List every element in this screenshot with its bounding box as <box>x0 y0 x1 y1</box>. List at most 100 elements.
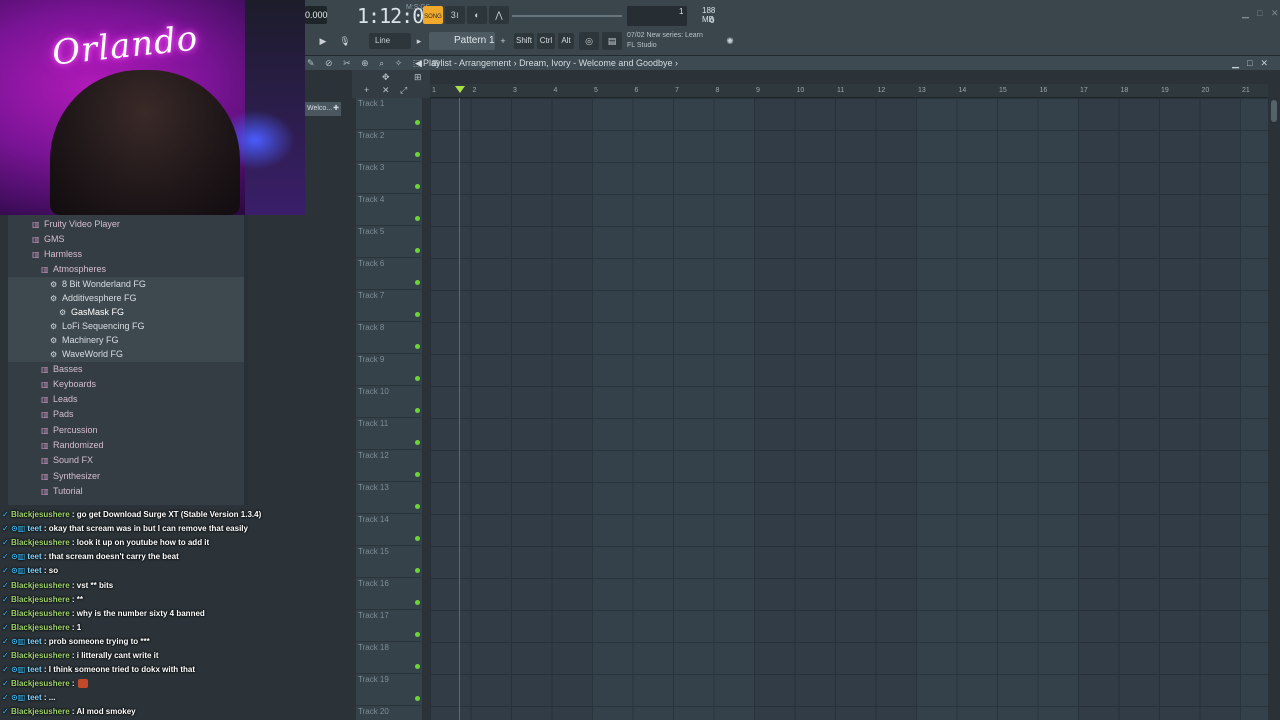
scrollbar-thumb[interactable] <box>1271 100 1277 122</box>
chat-username[interactable]: Blackjesushere <box>11 595 70 604</box>
arrangement-grid[interactable] <box>430 98 1268 720</box>
chat-username[interactable]: teet <box>27 693 41 702</box>
track-header[interactable]: Track 10 <box>356 386 422 418</box>
track-enable-toggle[interactable] <box>415 504 420 509</box>
chat-username[interactable]: Blackjesushere <box>11 581 70 590</box>
add-pattern-icon[interactable]: + <box>497 32 509 50</box>
track-header[interactable]: Track 2 <box>356 130 422 162</box>
vertical-scrollbar[interactable] <box>1268 98 1280 720</box>
track-enable-toggle[interactable] <box>415 280 420 285</box>
snap-icon[interactable]: ▤ <box>602 32 622 50</box>
song-mode-button[interactable]: SONG <box>423 6 443 24</box>
chat-username[interactable]: Blackjesushere <box>11 707 70 716</box>
track-enable-toggle[interactable] <box>415 472 420 477</box>
track-header[interactable]: Track 9 <box>356 354 422 386</box>
browser-folder[interactable]: ▥ Synthesizer <box>8 469 244 484</box>
browser-folder[interactable]: ▥ Leads <box>8 392 244 407</box>
browser-folder[interactable]: ▥ Harmless <box>8 247 244 262</box>
browser-folder[interactable]: ▥ GMS <box>8 232 244 247</box>
track-enable-toggle[interactable] <box>415 696 420 701</box>
track-header[interactable]: Track 14 <box>356 514 422 546</box>
tempo-display[interactable]: 0.000 <box>305 6 328 24</box>
track-enable-toggle[interactable] <box>415 536 420 541</box>
close-app-icon[interactable]: ✕ <box>1271 8 1279 19</box>
track-header[interactable]: Track 16 <box>356 578 422 610</box>
track-enable-toggle[interactable] <box>415 120 420 125</box>
track-enable-toggle[interactable] <box>415 440 420 445</box>
chat-username[interactable]: Blackjesushere <box>11 679 70 688</box>
browser-folder[interactable]: ▥ Basses <box>8 362 244 377</box>
track-header[interactable]: Track 20 <box>356 706 422 720</box>
track-enable-toggle[interactable] <box>415 152 420 157</box>
track-enable-toggle[interactable] <box>415 376 420 381</box>
track-header[interactable]: Track 3 <box>356 162 422 194</box>
add-track-icon[interactable]: + <box>364 85 369 95</box>
track-enable-toggle[interactable] <box>415 248 420 253</box>
track-header[interactable]: Track 5 <box>356 226 422 258</box>
browser-preset[interactable]: ⚙ 8 Bit Wonderland FG <box>8 277 244 292</box>
timeline-ruler[interactable]: 1 2 3 4 5 6 7 8 9 10 11 12 13 14 15 16 17 18 19 20 21 <box>430 84 1268 98</box>
track-header[interactable]: Track 6 <box>356 258 422 290</box>
online-news-icon[interactable]: ✺ <box>720 32 740 50</box>
track-header[interactable]: Track 15 <box>356 546 422 578</box>
chat-username[interactable]: teet <box>27 566 41 575</box>
browser-folder[interactable]: ▥ Keyboards <box>8 377 244 392</box>
browser-folder[interactable]: ▥ Pads <box>8 407 244 422</box>
alt-key-button[interactable]: Alt <box>558 33 574 49</box>
play-icon[interactable]: ▶ <box>313 32 333 50</box>
track-header[interactable]: Track 13 <box>356 482 422 514</box>
song-position-marker[interactable] <box>455 86 465 93</box>
track-header[interactable]: Track 18 <box>356 642 422 674</box>
track-header[interactable]: Track 17 <box>356 610 422 642</box>
move-icon[interactable]: ✥ <box>382 72 390 83</box>
maximize-icon[interactable]: □ <box>1257 8 1262 18</box>
add-clip-icon[interactable]: ✚ <box>333 102 339 116</box>
browser-folder[interactable]: ▥ Fruity Video Player <box>8 217 244 232</box>
browser-preset[interactable]: ⚙ LoFi Sequencing FG <box>8 319 244 334</box>
track-enable-toggle[interactable] <box>415 344 420 349</box>
chat-username[interactable]: teet <box>27 552 41 561</box>
track-header[interactable]: Track 8 <box>356 322 422 354</box>
chat-username[interactable]: teet <box>27 637 41 646</box>
track-header[interactable]: Track 12 <box>356 450 422 482</box>
ctrl-key-button[interactable]: Ctrl <box>537 33 555 49</box>
record-icon[interactable]: 🎙 <box>335 32 355 50</box>
minimize-icon[interactable]: ▁ <box>1242 8 1249 19</box>
master-pitch-slider[interactable] <box>512 15 622 17</box>
metronome-icon[interactable]: ⋀ <box>489 6 509 24</box>
track-enable-toggle[interactable] <box>415 184 420 189</box>
track-enable-toggle[interactable] <box>415 216 420 221</box>
browser-preset[interactable]: ⚙ Machinery FG <box>8 333 244 348</box>
browser-preset[interactable]: ⚙ GasMask FG <box>8 305 244 320</box>
pattern-mode-icon[interactable]: 3≀ <box>445 6 465 24</box>
chat-username[interactable]: teet <box>27 524 41 533</box>
browser-preset[interactable]: ⚙ WaveWorld FG <box>8 347 244 362</box>
track-header[interactable]: Track 11 <box>356 418 422 450</box>
browser-scrollbar[interactable] <box>244 215 248 505</box>
track-enable-toggle[interactable] <box>415 312 420 317</box>
track-enable-toggle[interactable] <box>415 568 420 573</box>
track-enable-toggle[interactable] <box>415 600 420 605</box>
browser-folder[interactable]: ▥ Atmospheres <box>8 262 244 277</box>
chat-username[interactable]: Blackjesushere <box>11 623 70 632</box>
news-hint[interactable]: 07/02 New series: Learn FL Studio <box>627 31 703 51</box>
chat-username[interactable]: Blackjesushere <box>11 510 70 519</box>
grid-icon[interactable]: ⊞ <box>414 72 422 83</box>
chat-username[interactable]: Blackjesushere <box>11 651 70 660</box>
shift-key-button[interactable]: Shift <box>514 33 534 49</box>
browser-preset[interactable]: ⚙ Additivesphere FG <box>8 291 244 306</box>
browser-folder[interactable]: ▥ Tutorial <box>8 484 244 499</box>
track-enable-toggle[interactable] <box>415 408 420 413</box>
track-header[interactable]: Track 4 <box>356 194 422 226</box>
typing-keyboard-icon[interactable]: ◎ <box>579 32 599 50</box>
pattern-arrow-icon[interactable]: ▸ <box>413 32 425 50</box>
track-header[interactable]: Track 1 <box>356 98 422 130</box>
chat-username[interactable]: Blackjesushere <box>11 609 70 618</box>
chat-username[interactable]: teet <box>27 665 41 674</box>
track-header[interactable]: Track 19 <box>356 674 422 706</box>
browser-folder[interactable]: ▥ Randomized <box>8 438 244 453</box>
track-header[interactable]: Track 7 <box>356 290 422 322</box>
track-enable-toggle[interactable] <box>415 664 420 669</box>
pattern-selector[interactable]: Pattern 1 <box>429 32 495 50</box>
snap-mode-select[interactable]: Line <box>369 33 411 49</box>
